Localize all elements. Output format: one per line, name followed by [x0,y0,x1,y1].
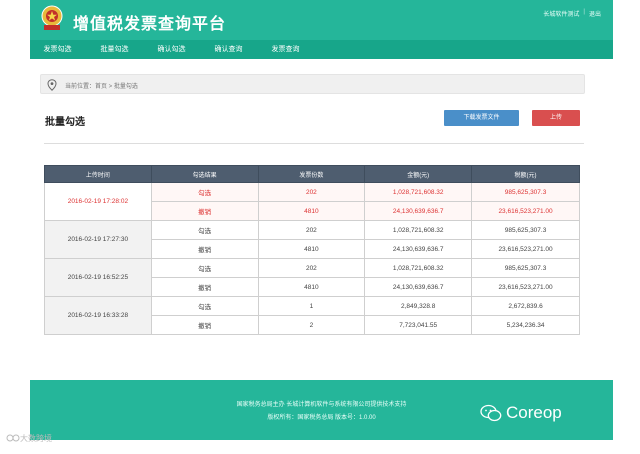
table-row[interactable]: 2016-02-19 16:33:28 勾选 1 2,849,328.8 2,6… [44,296,580,335]
tax-cell: 985,625,307.3 [471,220,580,240]
link-icon [6,434,20,442]
breadcrumb: 当前位置：首页 > 批量勾选 [40,74,585,94]
amount-cell: 2,849,328.8 [364,296,473,316]
watermark-dashu: 大数跨境 [6,432,52,444]
amount-cell: 1,028,721,608.32 [364,220,473,240]
tax-cell: 23,616,523,271.00 [471,239,580,259]
result-cell: 勾选 [150,258,259,278]
count-cell: 2 [257,315,366,335]
table-row[interactable]: 2016-02-19 17:27:30 勾选 202 1,028,721,608… [44,220,580,259]
amount-cell: 24,130,639,636.7 [364,201,473,221]
count-cell: 202 [257,182,366,202]
amount-cell: 1,028,721,608.32 [364,182,473,202]
upload-button[interactable]: 上传 [532,110,580,126]
main-nav: 发票勾选 批量勾选 确认勾选 确认查询 发票查询 [30,40,613,59]
page-title: 批量勾选 [45,117,85,128]
col-upload-time: 上传时间 [44,165,152,183]
nav-item-confirm-select[interactable]: 确认勾选 [144,40,199,59]
tax-emblem-icon [41,5,63,30]
tax-cell: 985,625,307.3 [471,182,580,202]
breadcrumb-text: 当前位置：首页 > 批量勾选 [65,84,138,90]
nav-item-batch-select[interactable]: 批量勾选 [87,40,142,59]
tax-cell: 985,625,307.3 [471,258,580,278]
amount-cell: 7,723,041.55 [364,315,473,335]
col-select-result: 勾选结果 [150,165,259,183]
count-cell: 202 [257,220,366,240]
divider [44,143,584,144]
nav-item-invoice-select[interactable]: 发票勾选 [30,40,85,59]
upload-time-cell: 2016-02-19 16:33:28 [44,296,152,335]
result-cell: 撤销 [150,315,259,335]
result-cell: 勾选 [150,296,259,316]
download-invoice-file-button[interactable]: 下载发票文件 [444,110,519,126]
logout-link[interactable]: 退出 [589,9,601,18]
watermark-text: Coreop [506,403,562,422]
tax-cell: 2,672,839.6 [471,296,580,316]
tax-cell: 5,234,236.34 [471,315,580,335]
watermark-coreop: Coreop [480,403,562,423]
tax-cell: 23,616,523,271.00 [471,201,580,221]
tax-cell: 23,616,523,271.00 [471,277,580,297]
count-cell: 202 [257,258,366,278]
nav-item-confirm-query[interactable]: 确认查询 [201,40,256,59]
link-separator: | [583,9,585,15]
amount-cell: 24,130,639,636.7 [364,239,473,259]
col-amount: 金额(元) [364,165,473,183]
user-link[interactable]: 长城软件测试 [543,9,579,18]
amount-cell: 1,028,721,608.32 [364,258,473,278]
header: 增值税发票查询平台 长城软件测试 | 退出 [30,0,613,40]
upload-time-cell: 2016-02-19 17:28:02 [44,182,152,221]
location-pin-icon [47,79,57,91]
col-invoice-count: 发票份数 [257,165,366,183]
count-cell: 4810 [257,277,366,297]
result-cell: 勾选 [150,220,259,240]
page: 增值税发票查询平台 长城软件测试 | 退出 发票勾选 批量勾选 确认勾选 确认查… [30,0,613,454]
count-cell: 4810 [257,201,366,221]
count-cell: 1 [257,296,366,316]
col-tax: 税额(元) [471,165,580,183]
amount-cell: 24,130,639,636.7 [364,277,473,297]
watermark-left-text: 大数跨境 [20,433,52,443]
upload-time-cell: 2016-02-19 16:52:25 [44,258,152,297]
count-cell: 4810 [257,239,366,259]
batch-results-table: 上传时间 勾选结果 发票份数 金额(元) 税额(元) 2016-02-19 17… [44,165,580,335]
result-cell: 勾选 [150,182,259,202]
result-cell: 撤销 [150,277,259,297]
result-cell: 撤销 [150,201,259,221]
top-links: 长城软件测试 | 退出 [543,9,601,18]
table-header-row: 上传时间 勾选结果 发票份数 金额(元) 税额(元) [44,165,580,183]
upload-time-cell: 2016-02-19 17:27:30 [44,220,152,259]
nav-item-invoice-query[interactable]: 发票查询 [258,40,313,59]
result-cell: 撤销 [150,239,259,259]
site-title: 增值税发票查询平台 [73,16,227,33]
wechat-icon [480,404,502,422]
table-row[interactable]: 2016-02-19 17:28:02 勾选 202 1,028,721,608… [44,182,580,221]
table-row[interactable]: 2016-02-19 16:52:25 勾选 202 1,028,721,608… [44,258,580,297]
